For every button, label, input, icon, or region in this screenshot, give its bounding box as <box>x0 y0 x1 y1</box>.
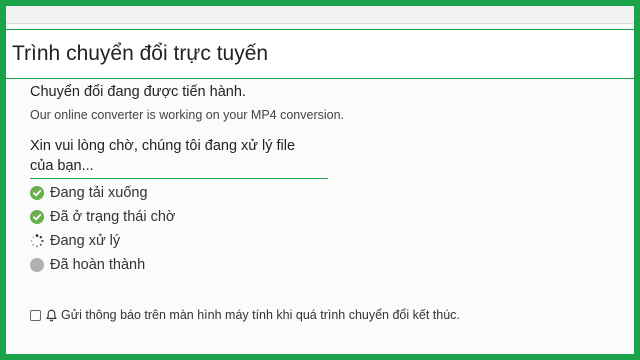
wait-message-line-2: của bạn... <box>30 158 94 174</box>
wait-message: Xin vui lòng chờ, chúng tôi đang xử lý f… <box>30 136 328 179</box>
progress-steps: Đang tải xuống Đã ở trạng thái chờ Đang … <box>30 181 590 277</box>
check-circle-icon <box>30 186 44 200</box>
step-label: Đã hoàn thành <box>50 257 146 273</box>
wait-message-line-1: Xin vui lòng chờ, chúng tôi đang xử lý f… <box>30 138 296 154</box>
bell-icon <box>45 309 58 322</box>
title-bar: Trình chuyển đổi trực tuyến <box>6 29 634 79</box>
converter-panel: Trình chuyển đổi trực tuyến Chuyển đổi đ… <box>6 6 634 354</box>
notification-checkbox[interactable] <box>30 309 41 321</box>
step-label: Đang tải xuống <box>50 185 148 201</box>
step-queued: Đã ở trạng thái chờ <box>30 205 590 229</box>
step-label: Đang xử lý <box>50 233 121 249</box>
status-heading: Chuyển đổi đang được tiến hành. <box>30 84 246 100</box>
step-completed: Đã hoàn thành <box>30 253 590 277</box>
top-strip <box>6 6 634 24</box>
step-processing: Đang xử lý <box>30 229 590 253</box>
status-content: Chuyển đổi đang được tiến hành. Our onli… <box>30 84 590 277</box>
step-downloading: Đang tải xuống <box>30 181 590 205</box>
status-subtext: Our online converter is working on your … <box>30 108 345 122</box>
spinner-icon <box>30 234 44 248</box>
page-title: Trình chuyển đổi trực tuyến <box>12 42 269 65</box>
step-label: Đã ở trạng thái chờ <box>50 209 176 225</box>
notification-label: Gửi thông báo trên màn hình máy tính khi… <box>61 308 460 322</box>
grey-circle-icon <box>30 258 44 272</box>
desktop-notification-option[interactable]: Gửi thông báo trên màn hình máy tính khi… <box>30 308 460 322</box>
check-circle-icon <box>30 210 44 224</box>
